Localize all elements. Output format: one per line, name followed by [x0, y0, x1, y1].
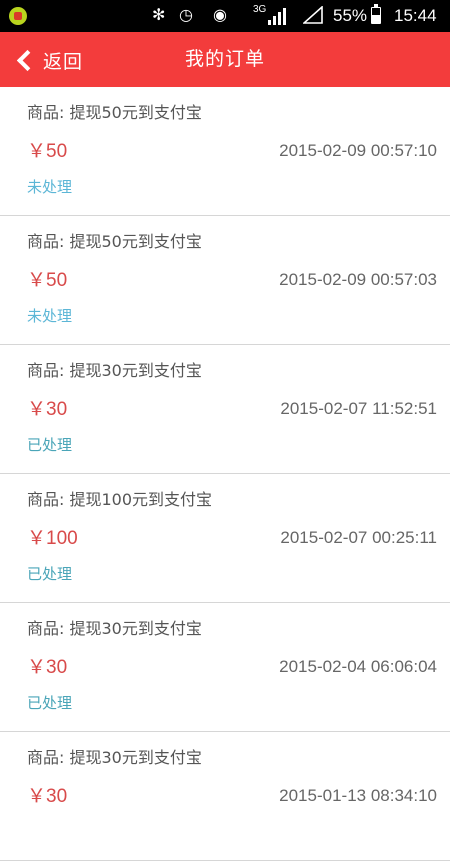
- order-price: ￥30: [27, 786, 68, 807]
- bluetooth-icon: ✻: [152, 5, 166, 24]
- cell-signal-icon: [268, 8, 288, 25]
- order-product: 商品: 提现100元到支付宝: [27, 490, 213, 509]
- vibrate-icon: ◷: [179, 5, 193, 24]
- order-time: 2015-01-13 08:34:10: [279, 786, 437, 805]
- status-bar: ✻ ◷ ◉ 3G 55% 15:44: [0, 0, 450, 32]
- order-status: 已处理: [27, 694, 73, 712]
- order-list: 商品: 提现50元到支付宝 ￥50 2015-02-09 00:57:10 未处理 商品…: [0, 87, 450, 861]
- order-item[interactable]: 商品: 提现30元到支付宝 ￥30 2015-01-13 08:34:10: [0, 732, 450, 861]
- order-product: 商品: 提现30元到支付宝: [27, 361, 202, 380]
- battery-fill: [372, 14, 380, 23]
- order-item[interactable]: 商品: 提现50元到支付宝 ￥50 2015-02-09 00:57:03 未处理: [0, 216, 450, 345]
- order-time: 2015-02-07 11:52:51: [280, 399, 437, 418]
- order-item[interactable]: 商品: 提现100元到支付宝 ￥100 2015-02-07 00:25:11 已处理: [0, 474, 450, 603]
- order-product: 商品: 提现50元到支付宝: [27, 103, 202, 122]
- order-product: 商品: 提现30元到支付宝: [27, 748, 202, 767]
- order-status: 未处理: [27, 307, 73, 325]
- order-product: 商品: 提现30元到支付宝: [27, 619, 202, 638]
- order-item[interactable]: 商品: 提现30元到支付宝 ￥30 2015-02-04 06:06:04 已处理: [0, 603, 450, 732]
- battery-icon: [371, 4, 381, 24]
- order-time: 2015-02-07 00:25:11: [280, 528, 437, 547]
- order-product: 商品: 提现50元到支付宝: [27, 232, 202, 251]
- order-item[interactable]: 商品: 提现50元到支付宝 ￥50 2015-02-09 00:57:10 未处理: [0, 87, 450, 216]
- back-button[interactable]: 返回: [14, 40, 83, 80]
- order-time: 2015-02-04 06:06:04: [279, 657, 437, 676]
- clock: 15:44: [394, 6, 437, 25]
- back-label: 返回: [43, 50, 84, 73]
- order-status: 已处理: [27, 436, 73, 454]
- order-time: 2015-02-09 00:57:10: [279, 141, 437, 160]
- order-price: ￥30: [27, 657, 68, 678]
- order-status: 已处理: [27, 565, 73, 583]
- order-item[interactable]: 商品: 提现30元到支付宝 ￥30 2015-02-07 11:52:51 已处理: [0, 345, 450, 474]
- order-price: ￥50: [27, 270, 68, 291]
- order-price: ￥30: [27, 399, 68, 420]
- order-price: ￥100: [27, 528, 78, 549]
- app-notification-icon: [9, 7, 27, 25]
- wifi-icon: ◉: [213, 5, 227, 24]
- battery-percent: 55%: [333, 6, 368, 25]
- app-header: 我的订单 返回: [0, 32, 450, 87]
- order-price: ￥50: [27, 141, 68, 162]
- network-type: 3G: [253, 4, 267, 15]
- order-time: 2015-02-09 00:57:03: [279, 270, 437, 289]
- no-sim-signal-icon: [303, 6, 323, 24]
- order-status: 未处理: [27, 178, 73, 196]
- chevron-left-icon: [16, 49, 39, 71]
